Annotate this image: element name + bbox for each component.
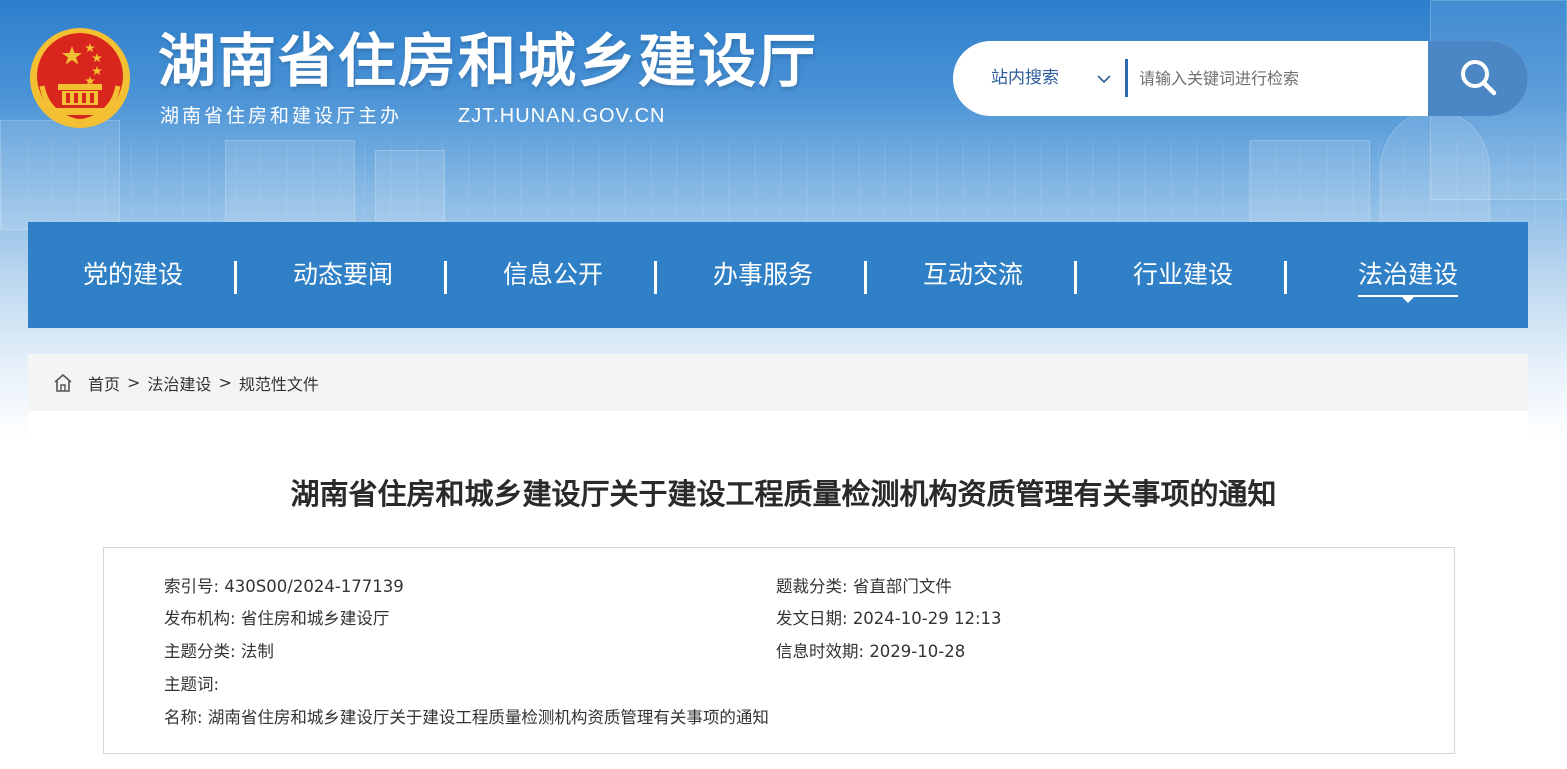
meta-topic: 主题分类: 法制 — [164, 641, 274, 663]
meta-date: 发文日期: 2024-10-29 12:13 — [776, 608, 1002, 630]
breadcrumb-separator: > — [127, 373, 141, 392]
banner-building — [1250, 140, 1370, 230]
nav-item-label: 办事服务 — [712, 260, 813, 289]
national-emblem-icon[interactable] — [28, 26, 132, 130]
search-input[interactable] — [1139, 55, 1424, 101]
nav-item-news[interactable]: 动态要闻 — [238, 222, 448, 328]
meta-publisher: 发布机构: 省住房和城乡建设厅 — [164, 608, 389, 630]
nav-separator — [1074, 261, 1077, 294]
meta-label: 索引号: — [164, 577, 220, 596]
banner-building — [225, 140, 355, 230]
site-sponsor: 湖南省住房和建设厅主办 — [160, 105, 403, 127]
breadcrumb-home[interactable]: 首页 — [88, 371, 120, 395]
home-icon[interactable] — [52, 372, 74, 394]
meta-value: 省住房和城乡建设厅 — [240, 609, 390, 628]
meta-validity: 信息时效期: 2029-10-28 — [776, 641, 965, 663]
meta-name: 名称: 湖南省住房和城乡建设厅关于建设工程质量检测机构资质管理有关事项的通知 — [164, 707, 769, 729]
search-button[interactable] — [1428, 41, 1528, 116]
search-scope-select[interactable]: 站内搜索 — [991, 65, 1059, 91]
nav-item-label: 互动交流 — [922, 260, 1023, 289]
banner-building — [0, 120, 120, 230]
nav-separator — [864, 261, 867, 294]
nav-item-rule-of-law[interactable]: 法治建设 — [1303, 222, 1513, 328]
nav-separator — [234, 261, 237, 294]
meta-label: 发布机构: — [164, 609, 236, 628]
search-icon — [1459, 58, 1497, 99]
nav-item-label: 动态要闻 — [292, 260, 393, 289]
meta-value: 湖南省住房和城乡建设厅关于建设工程质量检测机构资质管理有关事项的通知 — [207, 708, 769, 727]
meta-keywords: 主题词: — [164, 674, 219, 696]
breadcrumb-rule-of-law[interactable]: 法治建设 — [147, 371, 211, 395]
breadcrumb-separator: > — [218, 373, 232, 392]
site-domain: ZJT.HUNAN.GOV.CN — [458, 105, 666, 127]
breadcrumb: 首页 > 法治建设 > 规范性文件 — [28, 354, 1528, 411]
meta-value: 省直部门文件 — [852, 577, 952, 596]
nav-separator — [654, 261, 657, 294]
chevron-down-icon[interactable] — [1097, 71, 1111, 85]
meta-index: 索引号: 430S00/2024-177139 — [164, 576, 404, 598]
nav-item-label: 行业建设 — [1132, 260, 1233, 289]
document-meta-box: 索引号: 430S00/2024-177139 题裁分类: 省直部门文件 发布机… — [103, 547, 1455, 754]
nav-item-industry[interactable]: 行业建设 — [1078, 222, 1288, 328]
nav-item-interaction[interactable]: 互动交流 — [868, 222, 1078, 328]
nav-separator — [1284, 261, 1287, 294]
meta-label: 题裁分类: — [776, 577, 848, 596]
nav-item-services[interactable]: 办事服务 — [658, 222, 868, 328]
nav-item-label: 信息公开 — [502, 260, 603, 289]
nav-separator — [444, 261, 447, 294]
meta-genre: 题裁分类: 省直部门文件 — [776, 576, 952, 598]
meta-label: 名称: — [164, 708, 203, 727]
site-title[interactable]: 湖南省住房和城乡建设厅 — [158, 26, 818, 96]
meta-value: 2024-10-29 12:13 — [852, 609, 1002, 628]
search-divider — [1125, 59, 1128, 97]
meta-label: 主题分类: — [164, 642, 236, 661]
main-nav: 党的建设 动态要闻 信息公开 办事服务 互动交流 行业建设 法治建设 — [28, 222, 1528, 328]
nav-item-party-building[interactable]: 党的建设 — [28, 222, 238, 328]
meta-label: 信息时效期: — [776, 642, 865, 661]
banner-building — [375, 150, 445, 230]
meta-value: 2029-10-28 — [869, 642, 966, 661]
nav-item-info-disclosure[interactable]: 信息公开 — [448, 222, 658, 328]
nav-item-label: 党的建设 — [82, 260, 183, 289]
meta-label: 发文日期: — [776, 609, 848, 628]
breadcrumb-normative-docs[interactable]: 规范性文件 — [239, 371, 319, 395]
meta-value: 法制 — [240, 642, 274, 661]
search-bar: 站内搜索 — [953, 41, 1528, 116]
meta-label: 主题词: — [164, 675, 220, 694]
article-title: 湖南省住房和城乡建设厅关于建设工程质量检测机构资质管理有关事项的通知 — [290, 477, 1277, 511]
meta-value: 430S00/2024-177139 — [224, 577, 404, 596]
nav-item-label: 法治建设 — [1357, 258, 1459, 303]
